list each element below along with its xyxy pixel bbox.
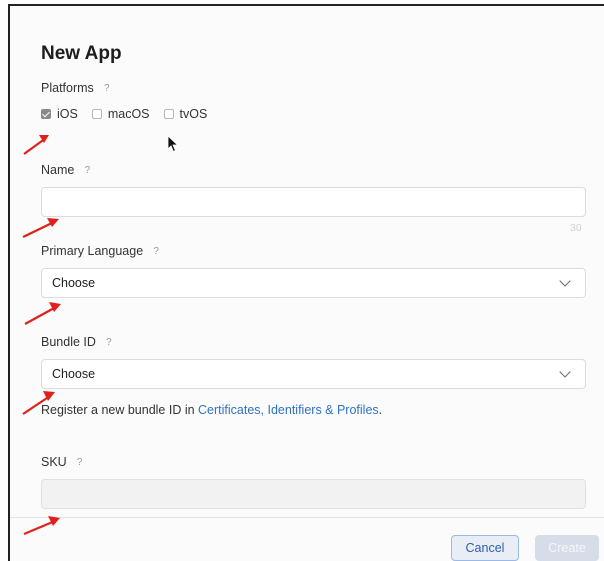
platform-ios-checkbox[interactable]: iOS (41, 107, 78, 121)
chevron-down-icon (559, 275, 571, 287)
register-text: Register a new bundle ID in (41, 403, 199, 417)
cancel-button[interactable]: Cancel (451, 535, 519, 561)
bundle-id-label: Bundle ID (41, 335, 96, 349)
platform-tvos-checkbox[interactable]: tvOS (163, 107, 208, 121)
platforms-checkboxes: iOS macOS tvOS (41, 107, 221, 121)
primary-language-label-row: Primary Language ? (41, 244, 161, 258)
register-bundle-hint: Register a new bundle ID in Certificates… (41, 403, 382, 417)
name-input[interactable] (41, 187, 586, 217)
red-arrow-annotation (23, 135, 49, 155)
certificates-link[interactable]: Certificates, Identifiers & Profiles (198, 403, 379, 417)
checkbox-empty-icon[interactable] (91, 109, 102, 119)
red-arrow-annotation (23, 516, 60, 536)
platform-macos-checkbox[interactable]: macOS (91, 107, 150, 121)
platforms-label-row: Platforms ? (41, 81, 112, 95)
create-button[interactable]: Create (535, 535, 599, 561)
primary-language-value: Choose (52, 276, 96, 290)
name-label: Name (41, 163, 75, 177)
red-arrow-annotation (22, 218, 59, 238)
platform-ios-label: iOS (57, 107, 78, 121)
sku-label: SKU (41, 455, 67, 469)
name-char-counter: 30 (570, 222, 582, 234)
platform-macos-label: macOS (107, 107, 150, 121)
name-label-row: Name ? (41, 163, 92, 177)
dialog-title: New App (41, 43, 122, 64)
checkbox-empty-icon[interactable] (163, 109, 174, 119)
sku-input[interactable] (41, 479, 586, 509)
bundle-id-label-row: Bundle ID ? (41, 335, 114, 349)
chevron-down-icon (559, 366, 571, 378)
footer-divider (10, 517, 604, 518)
bundle-id-value: Choose (52, 367, 96, 381)
checkbox-checked-icon[interactable] (41, 109, 51, 119)
platform-tvos-label: tvOS (179, 107, 208, 121)
help-icon[interactable]: ? (102, 83, 112, 94)
mouse-cursor-icon (167, 135, 179, 153)
help-icon[interactable]: ? (104, 337, 114, 348)
sku-label-row: SKU ? (41, 455, 85, 469)
red-arrow-annotation (24, 302, 61, 325)
primary-language-label: Primary Language (41, 244, 144, 258)
help-icon[interactable]: ? (151, 246, 161, 257)
help-icon[interactable]: ? (75, 457, 85, 468)
bundle-id-select[interactable]: Choose (41, 359, 586, 389)
help-icon[interactable]: ? (82, 165, 92, 176)
register-suffix: . (378, 403, 383, 417)
primary-language-select[interactable]: Choose (41, 268, 586, 298)
red-arrow-annotation (22, 391, 55, 415)
platforms-label: Platforms (41, 81, 94, 95)
